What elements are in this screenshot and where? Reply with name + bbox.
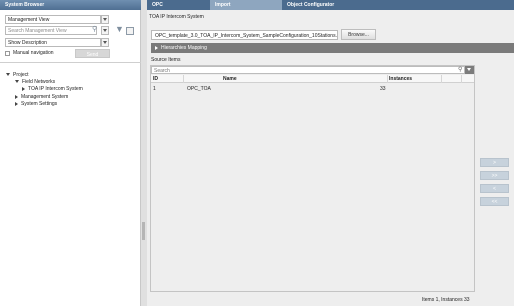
browse-button[interactable]: Browse...	[341, 29, 376, 40]
row-code: OPC_TOA	[187, 86, 211, 92]
expand-arrow-icon[interactable]	[15, 80, 19, 84]
divider	[0, 62, 141, 63]
system-browser-title: System Browser	[0, 0, 141, 10]
row-name	[221, 85, 225, 87]
view-combo[interactable]: Management View	[5, 15, 101, 24]
tree-node-label: Project	[13, 72, 29, 78]
tree-node-label: TOA IP Intercom System	[28, 86, 83, 92]
send-button[interactable]: Send	[75, 49, 110, 58]
panel-splitter[interactable]	[141, 0, 147, 306]
move-all-left-button[interactable]: <<	[480, 197, 509, 206]
view-combo-dropdown-icon[interactable]	[101, 15, 109, 24]
expand-arrow-icon[interactable]	[155, 45, 158, 50]
move-all-right-button[interactable]: >>	[480, 171, 509, 180]
grid-filter-button[interactable]	[465, 66, 474, 74]
row-id: 1	[153, 86, 156, 92]
collapse-arrow-icon[interactable]	[15, 101, 18, 106]
column-separator	[441, 75, 442, 83]
collapse-arrow-icon[interactable]	[15, 94, 18, 99]
search-dropdown-icon[interactable]	[101, 26, 109, 35]
tree-node-label: Field Networks	[22, 79, 56, 85]
column-header-id[interactable]: ID	[151, 75, 160, 83]
move-left-button[interactable]: <	[480, 184, 509, 193]
file-path-field[interactable]: OPC_template_3.0_TOA_IP_Intercom_System_…	[151, 30, 338, 40]
tab-opc[interactable]: OPC	[147, 0, 209, 10]
description-combo-dropdown-icon[interactable]	[101, 38, 109, 47]
grid-header-row: ID Name Instances	[151, 75, 474, 83]
tab-object-configurator[interactable]: Object Configurator	[282, 0, 372, 10]
filter-icon	[467, 68, 471, 71]
grid-search-input[interactable]: Search	[151, 66, 465, 74]
table-row[interactable]: 1 OPC_TOA 33	[151, 85, 474, 94]
filter-icon[interactable]: ▼	[115, 25, 124, 34]
tree-node-management-system[interactable]: Management System	[15, 94, 68, 100]
status-text: Items 1, Instances 33	[422, 297, 470, 303]
search-icon[interactable]: ⚲	[92, 25, 97, 34]
manual-navigation-checkbox[interactable]	[5, 51, 10, 56]
tree-node-label: Management System	[21, 94, 69, 100]
move-right-button[interactable]: >	[480, 158, 509, 167]
column-separator	[461, 75, 462, 83]
column-separator	[183, 75, 184, 83]
search-input[interactable]: Search Management View	[5, 26, 97, 35]
splitter-grip[interactable]	[142, 222, 145, 240]
column-header-name[interactable]: Name	[221, 75, 239, 83]
section-label: Hierarchies Mapping	[161, 45, 207, 51]
hierarchies-mapping-header[interactable]: Hierarchies Mapping	[151, 43, 514, 53]
save-icon[interactable]	[126, 27, 134, 35]
tree-node-toa-ip-intercom-system[interactable]: TOA IP Intercom System	[22, 86, 83, 92]
collapse-arrow-icon[interactable]	[22, 86, 25, 91]
tree-node-system-settings[interactable]: System Settings	[15, 101, 57, 107]
expand-arrow-icon[interactable]	[6, 73, 10, 77]
column-header-instances[interactable]: Instances	[387, 75, 414, 83]
source-items-label: Source Items	[151, 57, 181, 63]
description-combo[interactable]: Show Description	[5, 38, 101, 47]
tab-import[interactable]: Import	[210, 0, 282, 10]
search-icon: ⚲	[458, 67, 463, 73]
tree-node-label: System Settings	[21, 101, 58, 107]
source-items-grid	[150, 65, 475, 292]
tree-node-project[interactable]: Project	[6, 72, 29, 78]
page-title: TOA IP Intercom System	[149, 14, 204, 20]
tree-node-field-networks[interactable]: Field Networks	[15, 79, 55, 85]
row-instances: 33	[380, 86, 386, 92]
manual-navigation-label: Manual navigation	[13, 50, 54, 56]
